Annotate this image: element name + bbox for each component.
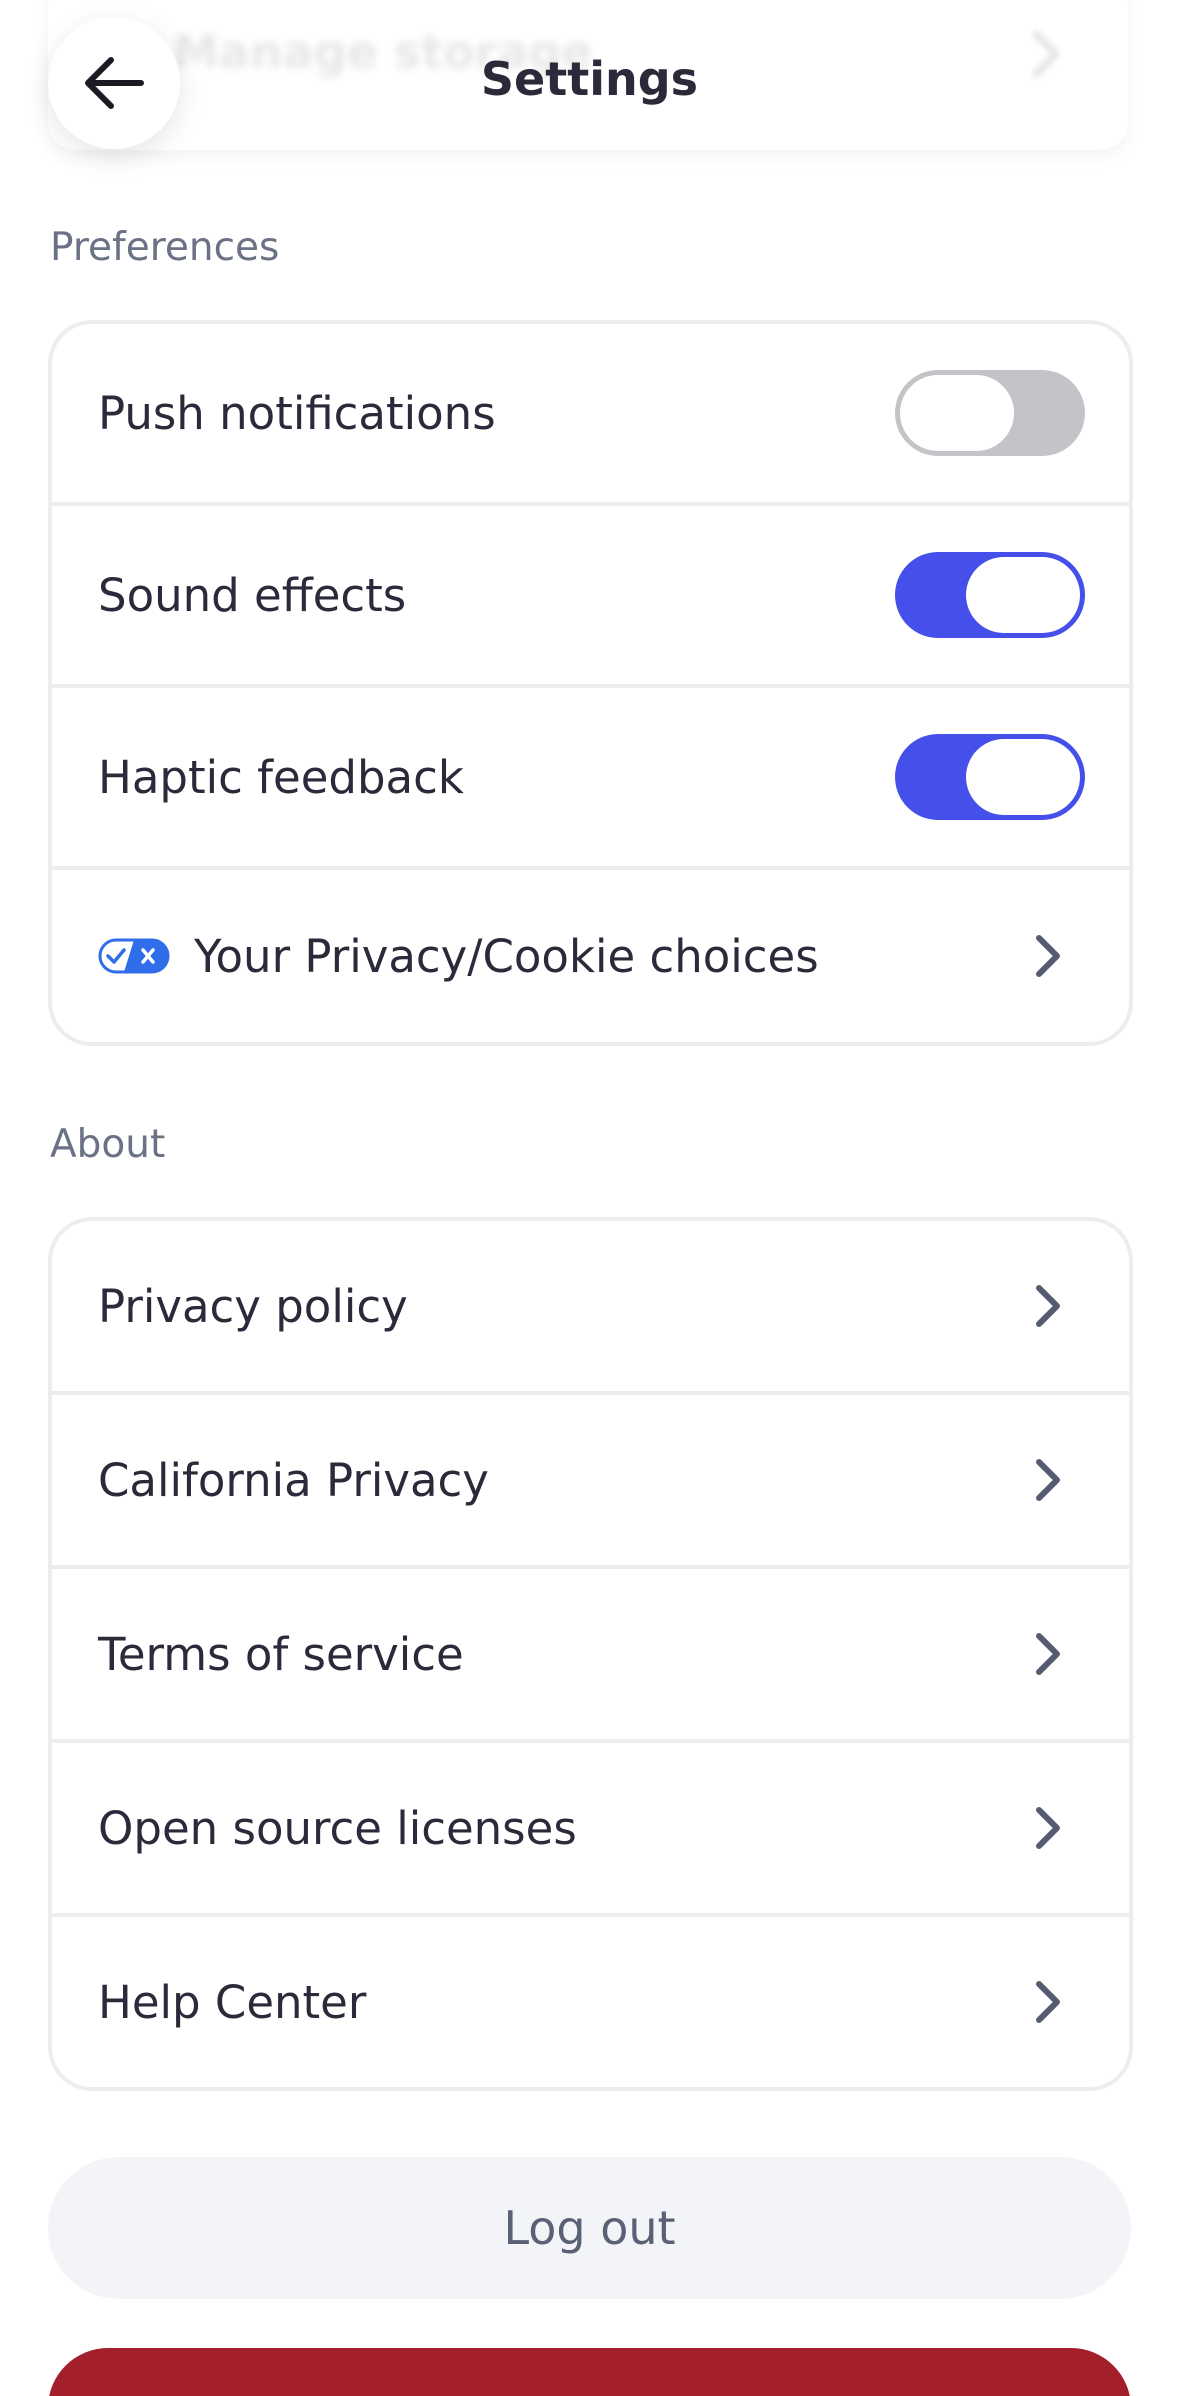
chevron-right-icon (1036, 1807, 1060, 1849)
row-help-center[interactable]: Help Center (52, 1917, 1129, 2087)
sound-effects-toggle[interactable] (895, 552, 1085, 638)
toggle-knob (900, 375, 1014, 451)
push-notifications-toggle[interactable] (895, 370, 1085, 456)
privacy-options-icon (98, 938, 170, 974)
toggle-knob (966, 557, 1080, 633)
row-label: California Privacy (98, 1453, 489, 1507)
chevron-right-icon (1036, 935, 1060, 977)
toggle-knob (966, 739, 1080, 815)
about-card: Privacy policy California Privacy Terms … (48, 1217, 1133, 2091)
row-label: Privacy policy (98, 1279, 408, 1333)
row-label: Your Privacy/Cookie choices (194, 929, 819, 983)
row-label: Haptic feedback (98, 750, 464, 804)
row-open-source-licenses[interactable]: Open source licenses (52, 1743, 1129, 1917)
row-label: Push notifications (98, 386, 496, 440)
logout-button[interactable]: Log out (48, 2157, 1131, 2299)
section-label-about: About (50, 1122, 166, 1167)
row-sound-effects[interactable]: Sound effects (52, 506, 1129, 688)
haptic-feedback-toggle[interactable] (895, 734, 1085, 820)
row-privacy-policy[interactable]: Privacy policy (52, 1221, 1129, 1395)
row-california-privacy[interactable]: California Privacy (52, 1395, 1129, 1569)
delete-account-button[interactable] (48, 2348, 1131, 2396)
row-label: Sound effects (98, 568, 407, 622)
settings-screen: Manage storage Settings Preferences Push… (0, 0, 1179, 2396)
row-push-notifications[interactable]: Push notifications (52, 324, 1129, 506)
section-label-preferences: Preferences (50, 225, 280, 270)
row-privacy-cookie-choices[interactable]: Your Privacy/Cookie choices (52, 870, 1129, 1042)
chevron-right-icon (1036, 1981, 1060, 2023)
row-terms-of-service[interactable]: Terms of service (52, 1569, 1129, 1743)
row-label: Open source licenses (98, 1801, 577, 1855)
chevron-right-icon (1036, 1285, 1060, 1327)
chevron-right-icon (1036, 1633, 1060, 1675)
chevron-right-icon (1036, 1459, 1060, 1501)
row-haptic-feedback[interactable]: Haptic feedback (52, 688, 1129, 870)
row-label: Terms of service (98, 1627, 464, 1681)
row-label: Help Center (98, 1975, 367, 2029)
preferences-card: Push notifications Sound effects Haptic … (48, 320, 1133, 1046)
page-title: Settings (480, 52, 699, 106)
